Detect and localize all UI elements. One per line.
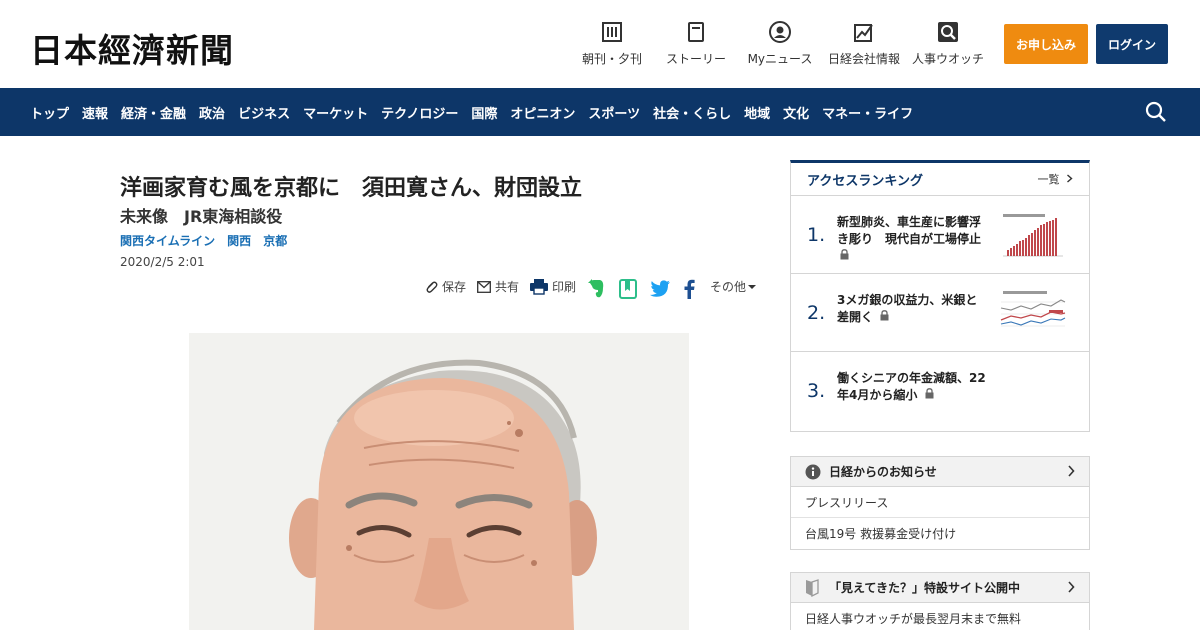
search-person-icon — [937, 20, 959, 44]
tag-link[interactable]: 関西 — [227, 232, 251, 249]
twitter-icon[interactable] — [650, 280, 674, 297]
share-button[interactable]: 共有 — [477, 278, 519, 295]
promo-header[interactable]: 「見えてきた？」特設サイト公開中 — [791, 573, 1089, 603]
shield-icon — [806, 578, 819, 597]
apply-button[interactable]: お申し込み — [1004, 24, 1088, 64]
ranking-item[interactable]: 3. 働くシニアの年金減額、22年4月から縮小 — [791, 352, 1089, 430]
notice-link[interactable]: 台風19号 救援募金受け付け — [791, 518, 1089, 549]
nav-item-politics[interactable]: 政治 — [199, 103, 225, 122]
nav-item-opinion[interactable]: オピニオン — [510, 103, 575, 122]
caret-down-icon — [748, 284, 757, 289]
nav-story[interactable]: ストーリー — [664, 20, 728, 70]
promo-box: 「見えてきた？」特設サイト公開中 日経人事ウオッチが最長翌月末まで無料 — [790, 572, 1090, 630]
rank-headline: 新型肺炎、車生産に影響浮き彫り 現代自が工場停止 — [837, 214, 987, 265]
print-button[interactable]: 印刷 — [530, 278, 576, 295]
notebook-icon[interactable] — [619, 279, 641, 299]
nav-item-money-life[interactable]: マネー・ライフ — [822, 103, 913, 122]
tag-link[interactable]: 関西タイムライン — [120, 232, 215, 249]
book-icon — [687, 20, 705, 44]
ranking-header: アクセスランキング 一覧 — [791, 163, 1089, 196]
mail-icon — [477, 280, 491, 293]
info-icon — [805, 464, 821, 479]
nav-item-business[interactable]: ビジネス — [238, 103, 290, 122]
nav-item-market[interactable]: マーケット — [303, 103, 368, 122]
evernote-icon[interactable] — [587, 279, 609, 299]
paperclip-icon — [426, 281, 438, 293]
nav-item-culture[interactable]: 文化 — [783, 103, 809, 122]
article-subtitle: 未来像 JR東海相談役 — [120, 207, 283, 226]
notice-link[interactable]: プレスリリース — [791, 487, 1089, 518]
chart-icon — [853, 20, 875, 44]
logo[interactable]: 日本經濟新聞 — [30, 24, 234, 72]
nav-item-international[interactable]: 国際 — [471, 103, 497, 122]
rank-number: 3. — [807, 380, 826, 402]
notice-header[interactable]: 日経からのお知らせ — [791, 457, 1089, 487]
nav-item-technology[interactable]: テクノロジー — [381, 103, 458, 122]
nav-item-society[interactable]: 社会・くらし — [653, 103, 731, 122]
nav-item-region[interactable]: 地域 — [744, 103, 770, 122]
newspaper-icon — [602, 20, 622, 44]
nav-item-top[interactable]: トップ — [30, 103, 69, 122]
facebook-icon[interactable] — [684, 279, 699, 299]
ranking-thumbnail — [997, 208, 1069, 262]
ranking-more-link[interactable]: 一覧 — [1038, 171, 1074, 187]
global-nav: トップ 速報 経済・金融 政治 ビジネス マーケット テクノロジー 国際 オピニ… — [0, 88, 1200, 136]
nav-print-edition[interactable]: 朝刊・夕刊 — [582, 20, 642, 70]
ranking-title: アクセスランキング — [807, 173, 923, 189]
save-button[interactable]: 保存 — [424, 278, 466, 295]
rank-number: 2. — [807, 302, 826, 324]
nav-company-info[interactable]: 日経会社情報 — [827, 20, 901, 70]
nikkei-notice-box: 日経からのお知らせ プレスリリース 台風19号 救援募金受け付け — [790, 456, 1090, 550]
nav-item-economy[interactable]: 経済・金融 — [121, 103, 186, 122]
access-ranking: アクセスランキング 一覧 1. 新型肺炎、車生産に影響浮き彫り 現代自が工場停止 — [790, 160, 1090, 432]
nav-my-news[interactable]: Myニュース — [746, 20, 814, 70]
nav-personnel-watch[interactable]: 人事ウオッチ — [911, 20, 985, 70]
printer-icon — [530, 278, 548, 295]
lock-icon — [925, 388, 934, 399]
lock-icon — [840, 249, 849, 260]
chevron-right-icon — [1068, 581, 1075, 593]
lock-icon — [880, 310, 889, 321]
article-tags: 関西タイムライン 関西 京都 — [120, 232, 299, 249]
chevron-right-icon — [1068, 465, 1075, 477]
nav-item-breaking[interactable]: 速報 — [82, 103, 108, 122]
chevron-right-icon — [1067, 174, 1073, 183]
rank-headline: 働くシニアの年金減額、22年4月から縮小 — [837, 371, 986, 402]
ranking-thumbnail — [997, 286, 1069, 340]
rank-number: 1. — [807, 224, 826, 246]
article-date: 2020/2/5 2:01 — [120, 255, 205, 269]
search-icon[interactable] — [1144, 100, 1168, 128]
promo-link[interactable]: 日経人事ウオッチが最長翌月末まで無料 — [791, 603, 1089, 630]
rank-headline: 3メガ銀の収益力、米銀と差開く — [837, 293, 978, 324]
article-title: 洋画家育む風を京都に 須田寛さん、財団設立 — [120, 176, 583, 201]
site-header: 日本經濟新聞 朝刊・夕刊 ストーリー Myニュース 日経会社情報 人事ウオッチ … — [0, 0, 1200, 88]
ranking-item[interactable]: 1. 新型肺炎、車生産に影響浮き彫り 現代自が工場停止 — [791, 196, 1089, 274]
tag-link[interactable]: 京都 — [263, 232, 287, 249]
ranking-item[interactable]: 2. 3メガ銀の収益力、米銀と差開く — [791, 274, 1089, 352]
nav-item-sports[interactable]: スポーツ — [588, 103, 640, 122]
other-share-dropdown[interactable]: その他 — [710, 278, 760, 295]
user-icon — [769, 20, 791, 44]
article-photo — [189, 333, 689, 630]
login-button[interactable]: ログイン — [1096, 24, 1168, 64]
